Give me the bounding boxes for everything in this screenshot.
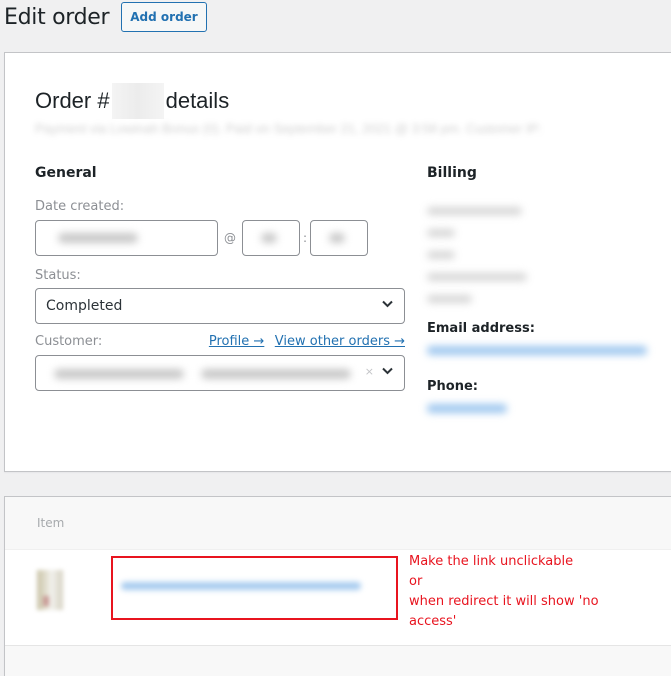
- order-items-panel: Item Make the link unclickable or when r…: [4, 496, 671, 676]
- phone-link-redacted[interactable]: [427, 404, 507, 413]
- annotation-line: Make the link unclickable: [409, 554, 574, 569]
- column-header-item: Item: [37, 516, 65, 530]
- billing-line: [427, 207, 522, 215]
- annotation-line: when redirect it will show 'no access': [409, 594, 599, 629]
- billing-address-redacted: [427, 207, 671, 303]
- annotation-note: Make the link unclickable or when redire…: [409, 552, 649, 632]
- customer-email-redacted: [201, 369, 351, 379]
- billing-line: [427, 251, 455, 259]
- status-label: Status:: [35, 268, 81, 283]
- chevron-down-icon: [382, 367, 393, 377]
- email-label: Email address:: [427, 321, 535, 336]
- chevron-down-icon: [382, 300, 393, 310]
- customer-label: Customer:: [35, 334, 103, 349]
- status-select[interactable]: Completed: [35, 288, 405, 324]
- email-link-redacted[interactable]: [427, 346, 647, 355]
- hour-input[interactable]: [242, 220, 300, 256]
- view-other-orders-link[interactable]: View other orders →: [275, 334, 405, 349]
- general-title: General: [35, 165, 97, 181]
- order-payment-meta: Payment via Lowinah Bonus (0). Paid on S…: [35, 121, 542, 136]
- product-thumbnail: [37, 570, 63, 610]
- page-header: Edit order Add order: [4, 2, 207, 32]
- date-input[interactable]: [35, 220, 218, 256]
- order-details-panel: Order # details Payment via Lowinah Bonu…: [4, 52, 671, 472]
- customer-name-redacted: [54, 369, 184, 379]
- order-heading-suffix: details: [165, 88, 230, 113]
- billing-line: [427, 229, 455, 237]
- status-value: Completed: [46, 298, 123, 314]
- phone-label: Phone:: [427, 379, 478, 394]
- clear-selection-icon[interactable]: ×: [365, 365, 374, 378]
- customer-label-row: Customer: Profile → View other orders →: [35, 332, 405, 350]
- table-row: Make the link unclickable or when redire…: [5, 550, 671, 646]
- page-title: Edit order: [4, 4, 110, 30]
- billing-title: Billing: [427, 165, 477, 181]
- add-order-button[interactable]: Add order: [121, 2, 207, 32]
- hour-value-redacted: [261, 233, 277, 243]
- annotation-highlight-box: [111, 556, 398, 620]
- customer-select[interactable]: ×: [35, 355, 405, 391]
- annotation-line: or: [409, 574, 423, 589]
- date-created-label: Date created:: [35, 199, 125, 214]
- at-separator: @: [224, 231, 236, 245]
- customer-links: Profile → View other orders →: [203, 332, 405, 350]
- items-footer: [5, 646, 671, 676]
- date-value-redacted: [58, 233, 138, 243]
- order-heading-prefix: Order #: [35, 88, 110, 113]
- profile-link[interactable]: Profile →: [209, 334, 264, 349]
- billing-line: [427, 295, 472, 303]
- order-heading: Order # details: [35, 83, 229, 119]
- colon-separator: :: [303, 231, 308, 245]
- order-id-redacted: [111, 83, 164, 119]
- general-section: General Date created: @ : Status: Comple…: [35, 165, 405, 391]
- minute-input[interactable]: [310, 220, 369, 256]
- billing-section: Billing Email address: Phone:: [427, 165, 671, 413]
- billing-line: [427, 273, 527, 281]
- minute-value-redacted: [329, 233, 346, 243]
- items-table-header: Item: [5, 497, 671, 550]
- date-created-row: @ :: [35, 220, 405, 256]
